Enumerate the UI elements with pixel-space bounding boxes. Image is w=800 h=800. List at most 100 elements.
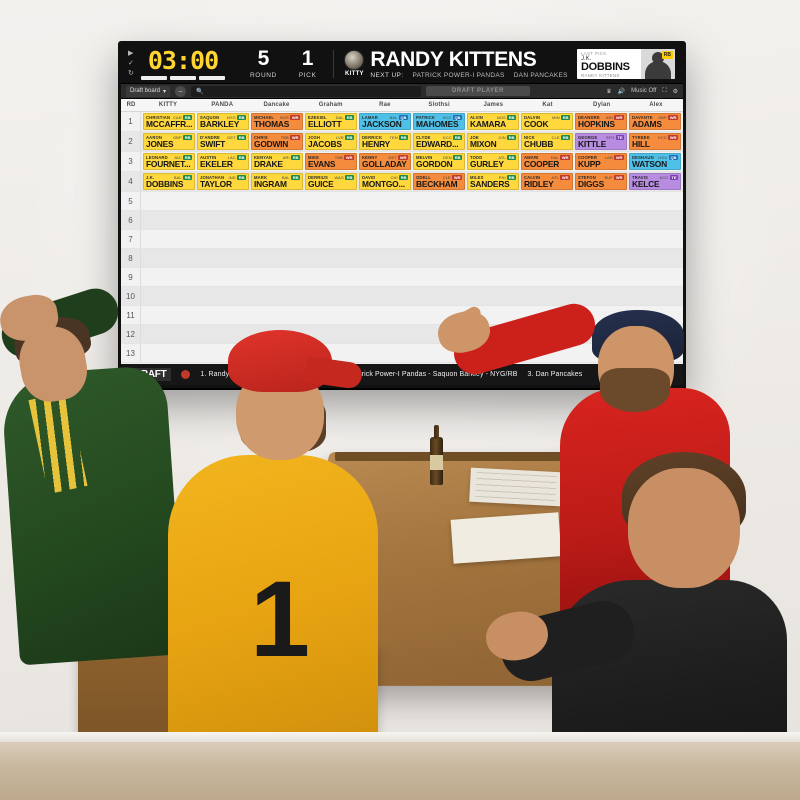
pick-card[interactable]: JOE CIN RB MIXON bbox=[467, 133, 519, 150]
round-number: 10 bbox=[121, 287, 141, 305]
pick-card[interactable]: DEANDRE ARI WR HOPKINS bbox=[575, 113, 627, 130]
header-control-icons[interactable]: ▶ ✓ ↻ bbox=[125, 50, 139, 77]
pick-team-pos: CLE RB bbox=[552, 135, 570, 140]
pick-last-name: DRAKE bbox=[254, 160, 283, 169]
pick-card[interactable]: EZEKIEL DAL RB ELLIOTT bbox=[305, 113, 357, 130]
pick-position-badge: RB bbox=[291, 155, 300, 160]
pick-card[interactable]: CALVIN ATL WR RIDLEY bbox=[521, 173, 573, 190]
pick-value: 1 bbox=[301, 47, 314, 70]
pick-position-badge: WR bbox=[560, 175, 570, 180]
search-input[interactable]: 🔍 bbox=[191, 85, 422, 97]
pick-card[interactable]: MIKE TBB WR EVANS bbox=[305, 153, 357, 170]
music-toggle-label[interactable]: Music Off bbox=[631, 88, 656, 94]
pick-position-badge: WR bbox=[344, 155, 354, 160]
board-row-empty: 7 bbox=[121, 230, 683, 249]
pick-card[interactable]: STEFON BUF WR DIGGS bbox=[575, 173, 627, 190]
pick-card[interactable]: AARON GBP RB JONES bbox=[143, 133, 195, 150]
pick-card[interactable]: CLYDE KCC RB EDWARD... bbox=[413, 133, 465, 150]
fullscreen-icon[interactable]: ⛶ bbox=[662, 88, 666, 95]
pick-last-name: EKELER bbox=[200, 160, 233, 169]
pick-team-pos: TBB WR bbox=[335, 155, 354, 160]
round-picks: LEONARD JAC RB FOURNET... AUSTIN LAC RB EKELER K… bbox=[141, 152, 683, 171]
pick-team-abbr: WAS bbox=[334, 175, 344, 180]
pick-position-badge: TE bbox=[615, 135, 624, 140]
gear-icon[interactable]: ⚙ bbox=[673, 88, 678, 95]
pick-card[interactable]: TYREEK KCC WR HILL bbox=[629, 133, 681, 150]
round-picks bbox=[141, 230, 683, 248]
refresh-icon[interactable]: ↻ bbox=[128, 70, 139, 77]
pick-last-name: ELLIOTT bbox=[308, 120, 342, 129]
pick-card[interactable]: MARK BAL RB INGRAM bbox=[251, 173, 303, 190]
pick-last-name: EDWARD... bbox=[416, 140, 459, 149]
board-row-empty: 10 bbox=[121, 287, 683, 306]
round-number: 9 bbox=[121, 268, 141, 286]
round-number: 5 bbox=[121, 192, 141, 210]
pick-last-name: KUPP bbox=[578, 160, 601, 169]
pick-card[interactable]: D'ANDRE DET RB SWIFT bbox=[197, 133, 249, 150]
pick-team-pos: KCC WR bbox=[658, 135, 678, 140]
pick-card[interactable]: PATRICK KCC QB MAHOMES bbox=[413, 113, 465, 130]
pick-card[interactable]: TRAVIS KCC TE KELCE bbox=[629, 173, 681, 190]
pick-card[interactable]: CHRIS TBB WR GODWIN bbox=[251, 133, 303, 150]
pick-card[interactable]: ALVIN NOS RB KAMARA bbox=[467, 113, 519, 130]
pick-card[interactable]: NICK CLE RB CHUBB bbox=[521, 133, 573, 150]
pick-card[interactable]: MICHAEL NOS WR THOMAS bbox=[251, 113, 303, 130]
column-header-team: Graham bbox=[318, 102, 343, 108]
pick-card[interactable]: ODELL CLE WR BECKHAM bbox=[413, 173, 465, 190]
pick-card[interactable]: CHRISTIAN CAR RB MCCAFFR... bbox=[143, 113, 195, 130]
pick-last-name: THOMAS bbox=[254, 120, 290, 129]
pick-position-badge: RB bbox=[561, 115, 570, 120]
pick-card[interactable]: LEONARD JAC RB FOURNET... bbox=[143, 153, 195, 170]
pick-card[interactable]: TODD ATL RB GURLEY bbox=[467, 153, 519, 170]
pick-card[interactable]: GEORGE SFO TE KITTLE bbox=[575, 133, 627, 150]
pick-team-abbr: TBB bbox=[334, 155, 343, 160]
round-indicator: 5 ROUND bbox=[250, 48, 277, 80]
play-icon[interactable]: ▶ bbox=[128, 50, 139, 57]
last-pick-text: LAST PICK J.K. DOBBINS RANDY KITTENS bbox=[577, 49, 641, 79]
view-select[interactable]: Draft board ▾ bbox=[126, 85, 171, 97]
draft-player-button[interactable]: DRAFT PLAYER bbox=[426, 86, 530, 96]
column-header-team: Alex bbox=[649, 102, 663, 108]
speaker-icon[interactable]: 🔊 bbox=[618, 88, 625, 95]
paper-sheet bbox=[469, 467, 563, 507]
pick-card[interactable]: DAVID CHI RB MONTGO... bbox=[359, 173, 411, 190]
check-icon[interactable]: ✓ bbox=[128, 60, 139, 67]
pick-card[interactable]: DERRIUS WAS RB GUICE bbox=[305, 173, 357, 190]
pick-team-abbr: CIN bbox=[498, 135, 506, 140]
pick-last-name: MAHOMES bbox=[416, 120, 459, 129]
pick-card[interactable]: MELVIN DEN RB GORDON bbox=[413, 153, 465, 170]
pick-card[interactable]: DALVIN MIN RB COOK bbox=[521, 113, 573, 130]
pick-team-abbr: KCC bbox=[659, 175, 669, 180]
pick-card[interactable]: DAVANTE GBP WR ADAMS bbox=[629, 113, 681, 130]
last-pick-card[interactable]: LAST PICK J.K. DOBBINS RANDY KITTENS RB bbox=[577, 48, 675, 79]
pick-card[interactable]: JONATHAN IND RB TAYLOR bbox=[197, 173, 249, 190]
pick-card[interactable]: JOSH LVR RB JACOBS bbox=[305, 133, 357, 150]
pick-last-name: FOURNET... bbox=[146, 160, 191, 169]
draft-clock: 03:00 bbox=[147, 45, 219, 75]
pick-team-abbr: LAR bbox=[604, 155, 613, 160]
pick-card[interactable]: COOPER LAR WR KUPP bbox=[575, 153, 627, 170]
pick-card[interactable]: DERRICK TEN RB HENRY bbox=[359, 133, 411, 150]
pick-card[interactable]: KENNY DET WR GOLLADAY bbox=[359, 153, 411, 170]
pick-position-badge: WR bbox=[290, 135, 300, 140]
crown-icon[interactable]: ♛ bbox=[606, 88, 611, 95]
pick-position-badge: RB bbox=[507, 115, 516, 120]
pick-card[interactable]: DESHAUN HOU QB WATSON bbox=[629, 153, 681, 170]
pick-team-pos: GBP RB bbox=[173, 135, 192, 140]
pick-card[interactable]: MILES PHI RB SANDERS bbox=[467, 173, 519, 190]
pick-card[interactable]: LAMAR BAL QB JACKSON bbox=[359, 113, 411, 130]
person-beard bbox=[600, 368, 670, 412]
toolbar-right-icons: ♛ 🔊 Music Off ⛶ ⚙ bbox=[606, 88, 678, 95]
collapse-button[interactable]: – bbox=[175, 85, 187, 97]
pick-last-name: KITTLE bbox=[578, 140, 607, 149]
pick-card[interactable]: AUSTIN LAC RB EKELER bbox=[197, 153, 249, 170]
pick-card[interactable]: J.K. BAL RB DOBBINS bbox=[143, 173, 195, 190]
pick-card[interactable]: KENYAN ARI RB DRAKE bbox=[251, 153, 303, 170]
round-number: 2 bbox=[121, 132, 141, 151]
pick-last-name: KELCE bbox=[632, 180, 660, 189]
pick-card[interactable]: AMARI DAL WR COOPER bbox=[521, 153, 573, 170]
pick-team-abbr: BUF bbox=[604, 175, 613, 180]
pick-card[interactable]: SAQUON NYG RB BARKLEY bbox=[197, 113, 249, 130]
pick-last-name: TAYLOR bbox=[200, 180, 232, 189]
round-picks bbox=[141, 287, 683, 305]
